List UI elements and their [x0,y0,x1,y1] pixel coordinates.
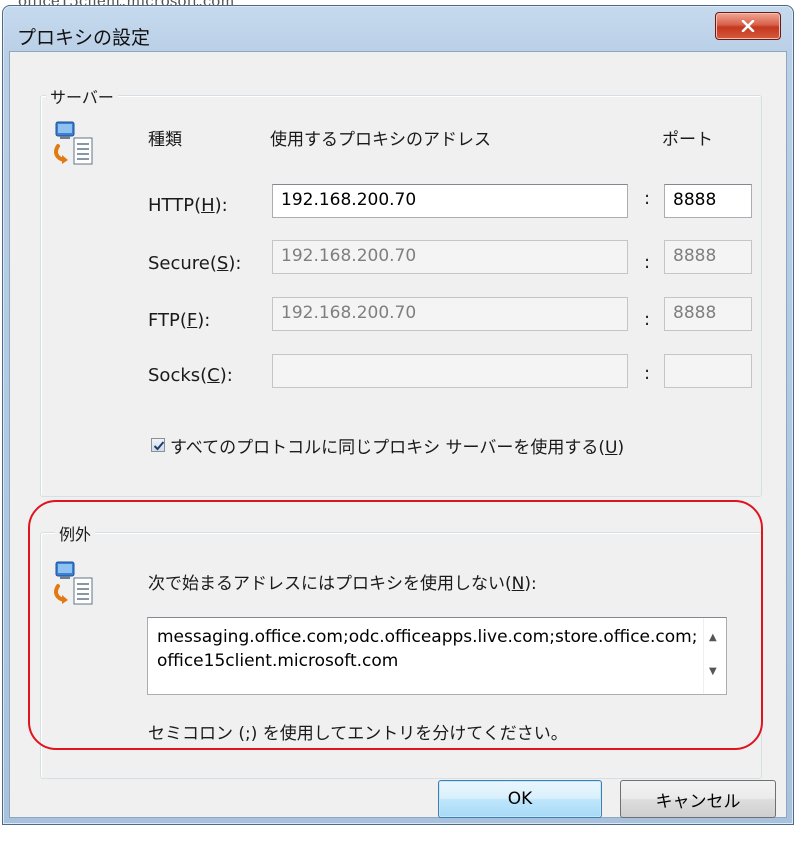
scroll-down-icon[interactable]: ▼ [709,666,717,677]
scroll-up-icon[interactable]: ▲ [709,632,717,643]
servers-group-label: サーバー [46,84,118,108]
dialog-body: サーバー 種類 使用するプロキシのアドレス ポート HTTP(H): 192.1… [9,51,787,818]
socks-label: Socks(C): [148,365,233,386]
same-proxy-checkbox[interactable] [151,438,165,452]
secure-label: Secure(S): [148,253,242,274]
checkmark-icon [153,441,165,451]
ftp-port-input[interactable]: 8888 [664,297,752,331]
secure-port-input[interactable]: 8888 [664,240,752,274]
column-header-port: ポート [662,130,713,150]
http-address-input[interactable]: 192.168.200.70 [272,184,628,218]
socks-port-input[interactable] [664,354,752,388]
cancel-button[interactable]: キャンセル [620,780,776,818]
close-icon [741,20,755,32]
network-exception-icon [52,560,98,608]
column-header-type: 種類 [148,130,182,150]
exceptions-textarea[interactable]: messaging.office.com;odc.officeapps.live… [147,617,727,695]
title-bar[interactable]: プロキシの設定 [3,6,793,56]
exceptions-value: messaging.office.com;odc.officeapps.live… [157,627,698,671]
exceptions-hint: セミコロン (;) を使用してエントリを分けてください。 [148,724,568,744]
ftp-label: FTP(F): [148,310,211,331]
socks-colon: : [644,363,651,384]
same-proxy-label: すべてのプロトコルに同じプロキシ サーバーを使用する(U) [170,438,625,458]
socks-address-input[interactable] [272,354,628,388]
http-label: HTTP(H): [148,195,228,216]
proxy-settings-dialog: プロキシの設定 サーバー 種類 使用するプロキシのアドレス ポート HTTP(H… [2,5,794,825]
exceptions-instruction: 次で始まるアドレスにはプロキシを使用しない(N): [148,574,537,594]
secure-address-input[interactable]: 192.168.200.70 [272,240,628,274]
secure-colon: : [644,252,651,273]
network-server-icon [52,120,98,168]
close-button[interactable] [715,12,781,40]
window-title: プロキシの設定 [17,27,151,49]
ftp-colon: : [644,309,651,330]
http-port-input[interactable]: 8888 [664,184,752,218]
http-colon: : [644,188,651,209]
ok-button[interactable]: OK [438,780,602,818]
ftp-address-input[interactable]: 192.168.200.70 [272,297,628,331]
exceptions-scrollbar[interactable]: ▲ ▼ [703,618,726,694]
column-header-address: 使用するプロキシのアドレス [270,130,491,150]
exceptions-group-label: 例外 [55,521,96,545]
